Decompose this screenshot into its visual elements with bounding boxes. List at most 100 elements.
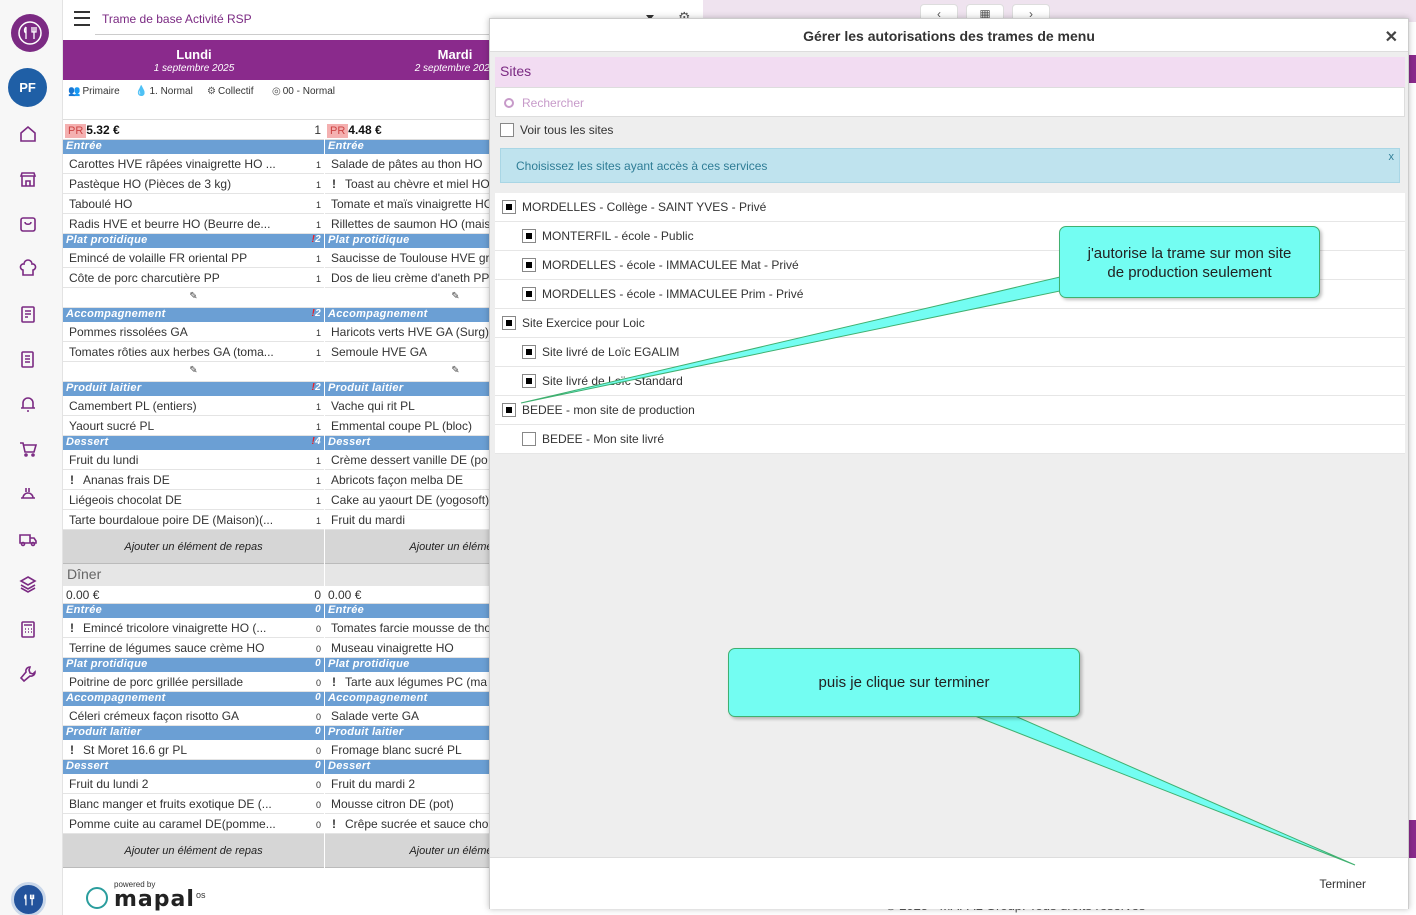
- menu-item-row[interactable]: Radis HVE et beurre HO (Beurre de... 1: [63, 214, 324, 234]
- calculator-icon[interactable]: [16, 617, 40, 641]
- chef-hat-icon[interactable]: [16, 257, 40, 281]
- dish-icon[interactable]: [16, 482, 40, 506]
- category-label: Produit laitier: [66, 382, 142, 394]
- menu-item-label: Côte de porc charcutière PP: [69, 271, 220, 285]
- site-row[interactable]: BEDEE - mon site de production: [495, 396, 1405, 425]
- menu-item-quantity: 1: [315, 476, 321, 486]
- menu-item-quantity: 0: [315, 800, 321, 810]
- show-all-sites[interactable]: Voir tous les sites: [500, 122, 613, 138]
- close-icon[interactable]: ✕: [1385, 27, 1398, 47]
- close-alert-icon[interactable]: x: [1389, 151, 1395, 163]
- site-checkbox[interactable]: [522, 373, 536, 388]
- menu-item-row[interactable]: Pommes rissolées GA 1: [63, 322, 324, 342]
- attribute-regime[interactable]: ◎ 00 - Normal: [272, 86, 335, 97]
- menu-item-row[interactable]: Taboulé HO 1: [63, 194, 324, 214]
- site-checkbox[interactable]: [522, 286, 536, 301]
- drop-icon: 💧: [135, 86, 148, 97]
- cart-icon[interactable]: [16, 437, 40, 461]
- attribute-service[interactable]: ⚙ Collectif: [207, 86, 254, 97]
- site-checkbox[interactable]: [522, 257, 536, 272]
- basket-icon[interactable]: [16, 212, 40, 236]
- site-checkbox[interactable]: [522, 431, 536, 446]
- site-checkbox[interactable]: [522, 344, 536, 359]
- right-edge-bar: [1409, 820, 1416, 858]
- menu-item-row[interactable]: Pomme cuite au caramel DE(pomme... 0: [63, 814, 324, 834]
- menu-item-label: Tarte aux légumes PC (ma: [345, 675, 488, 689]
- edit-pencil-icon[interactable]: ✎: [63, 288, 324, 308]
- site-row[interactable]: BEDEE - Mon site livré: [495, 425, 1405, 454]
- store-icon[interactable]: [16, 167, 40, 191]
- add-meal-element-button[interactable]: Ajouter un élément de repas: [63, 834, 324, 868]
- menu-item-row[interactable]: Camembert PL (entiers) 1: [63, 396, 324, 416]
- site-label: Site livré de Loïc EGALIM: [542, 345, 680, 359]
- site-checkbox[interactable]: [522, 228, 536, 243]
- attribute-texture[interactable]: 💧 1. Normal: [135, 86, 193, 97]
- bell-icon[interactable]: [16, 392, 40, 416]
- edit-pencil-icon[interactable]: ✎: [63, 362, 324, 382]
- day-date: 1 septembre 2025: [153, 63, 235, 74]
- callout-authorize: j'autorise la trame sur mon site de prod…: [1059, 226, 1320, 298]
- wrench-icon[interactable]: [16, 662, 40, 686]
- menu-item-label: Camembert PL (entiers): [69, 399, 197, 413]
- menu-item-quantity: 1: [315, 160, 321, 170]
- menu-item-label: Poitrine de porc grillée persillade: [69, 675, 244, 689]
- site-checkbox[interactable]: [502, 199, 516, 214]
- menu-item-quantity: 0: [315, 780, 321, 790]
- terminer-button[interactable]: Terminer: [1319, 877, 1366, 891]
- category-label: Dessert: [66, 436, 109, 448]
- attribute-population[interactable]: 👥 Primaire: [68, 86, 120, 97]
- menu-item-row[interactable]: Carottes HVE râpées vinaigrette HO ... 1: [63, 154, 324, 174]
- app-logo[interactable]: [11, 14, 49, 52]
- menu-item-row[interactable]: Terrine de légumes sauce crème HO 0: [63, 638, 324, 658]
- menu-item-row[interactable]: Fruit du lundi 1: [63, 450, 324, 470]
- category-header: Entrée: [63, 140, 324, 154]
- site-row[interactable]: Site livré de Loïc Standard: [495, 367, 1405, 396]
- category-count: !4: [311, 436, 321, 447]
- category-label: Plat protidique: [328, 234, 410, 246]
- menu-item-row[interactable]: ! Emincé tricolore vinaigrette HO (... 0: [63, 618, 324, 638]
- menu-item-row[interactable]: Pastèque HO (Pièces de 3 kg) 1: [63, 174, 324, 194]
- menu-item-row[interactable]: Emincé de volaille FR oriental PP 1: [63, 248, 324, 268]
- category-header: Dessert 0: [63, 760, 324, 774]
- menu-item-row[interactable]: Tomates rôties aux herbes GA (toma... 1: [63, 342, 324, 362]
- menu-item-row[interactable]: Blanc manger et fruits exotique DE (... 0: [63, 794, 324, 814]
- document-icon[interactable]: [16, 347, 40, 371]
- site-checkbox[interactable]: [502, 315, 516, 330]
- search-input[interactable]: Rechercher: [495, 87, 1405, 117]
- home-icon[interactable]: [16, 122, 40, 146]
- site-row[interactable]: MORDELLES - Collège - SAINT YVES - Privé: [495, 193, 1405, 222]
- menu-item-label: Liégeois chocolat DE: [69, 493, 182, 507]
- category-count-value: 4: [315, 436, 321, 447]
- menu-item-row[interactable]: Tarte bourdaloue poire DE (Maison)(... 1: [63, 510, 324, 530]
- menu-item-row[interactable]: Yaourt sucré PL 1: [63, 416, 324, 436]
- delivery-icon[interactable]: [16, 527, 40, 551]
- recipe-icon[interactable]: [16, 302, 40, 326]
- menu-item-row[interactable]: ! St Moret 16.6 gr PL 0: [63, 740, 324, 760]
- site-row[interactable]: Site Exercice pour Loic: [495, 309, 1405, 338]
- add-meal-element-button[interactable]: Ajouter un élément de repas: [63, 530, 324, 564]
- site-label: BEDEE - Mon site livré: [542, 432, 665, 446]
- menu-item-row[interactable]: Fruit du lundi 2 0: [63, 774, 324, 794]
- menu-item-row[interactable]: Poitrine de porc grillée persillade 0: [63, 672, 324, 692]
- dialog-footer: Terminer: [490, 857, 1408, 909]
- menu-item-quantity: 1: [315, 516, 321, 526]
- right-edge-bar: [1409, 55, 1416, 83]
- category-label: Entrée: [66, 604, 103, 616]
- show-all-checkbox[interactable]: [500, 122, 514, 137]
- menu-item-row[interactable]: Liégeois chocolat DE 1: [63, 490, 324, 510]
- menu-item-row[interactable]: Côte de porc charcutière PP 1: [63, 268, 324, 288]
- category-count-value: 0: [315, 658, 321, 669]
- avatar[interactable]: PF: [8, 68, 47, 107]
- menu-item-label: Emincé tricolore vinaigrette HO (...: [83, 621, 267, 635]
- hamburger-icon[interactable]: [74, 11, 90, 26]
- site-checkbox[interactable]: [502, 402, 516, 417]
- warning-icon: !: [70, 743, 74, 757]
- menu-item-row[interactable]: Céleri crémeux façon risotto GA 0: [63, 706, 324, 726]
- menu-item-quantity: 1: [315, 180, 321, 190]
- layers-icon[interactable]: [16, 572, 40, 596]
- menu-item-row[interactable]: ! Ananas frais DE 1: [63, 470, 324, 490]
- menu-item-quantity: 1: [315, 402, 321, 412]
- site-row[interactable]: Site livré de Loïc EGALIM: [495, 338, 1405, 367]
- category-header: Produit laitier !2: [63, 382, 324, 396]
- menu-item-label: Dos de lieu crème d'aneth PP: [331, 271, 490, 285]
